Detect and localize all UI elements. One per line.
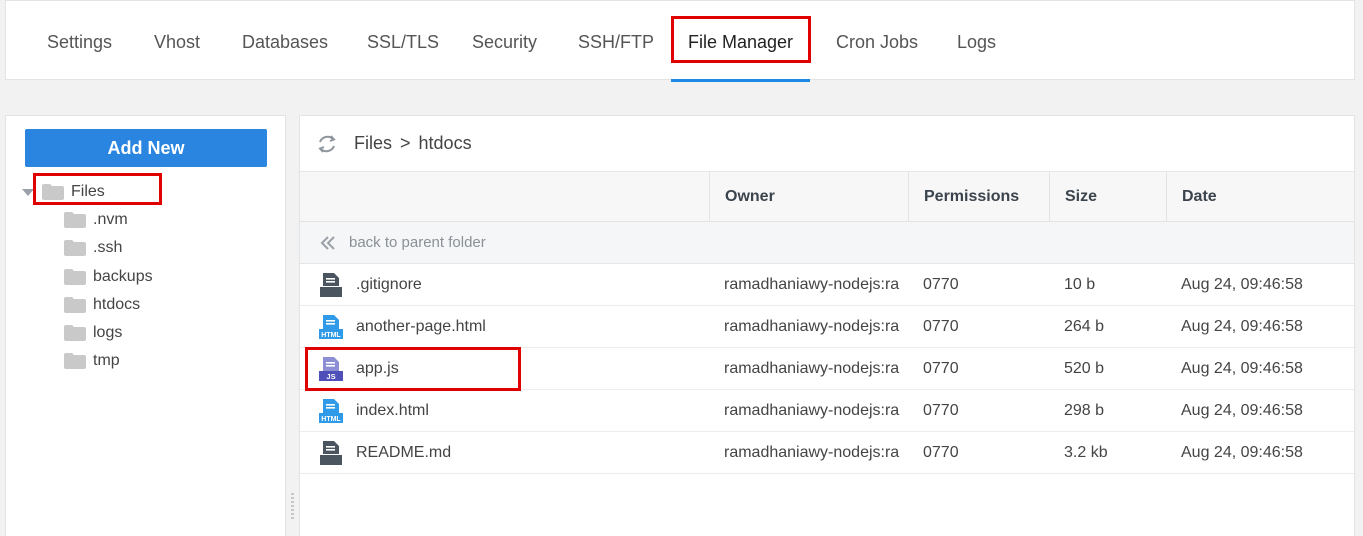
refresh-icon[interactable] xyxy=(316,133,338,155)
file-date: Aug 24, 09:46:58 xyxy=(1181,444,1303,461)
folder-sidebar: Add New Files .nvm .ssh backups htdocs l… xyxy=(5,115,286,536)
col-owner-header[interactable]: Owner xyxy=(709,172,908,222)
tree-item-htdocs[interactable]: htdocs xyxy=(64,293,140,317)
folder-icon xyxy=(42,184,64,200)
breadcrumb-trail: Files > htdocs xyxy=(354,133,472,154)
tab-security[interactable]: Security xyxy=(472,1,537,81)
tab-settings[interactable]: Settings xyxy=(47,1,112,81)
text-file-icon xyxy=(318,272,344,298)
table-row[interactable]: .gitignore ramadhaniawy-nodejs:ra 0770 1… xyxy=(300,264,1354,306)
file-name[interactable]: .gitignore xyxy=(356,264,422,306)
tree-item-logs[interactable]: logs xyxy=(64,321,122,345)
file-name[interactable]: app.js xyxy=(356,348,399,390)
double-chevron-left-icon xyxy=(319,234,337,252)
file-name[interactable]: index.html xyxy=(356,390,429,432)
back-to-parent-label: back to parent folder xyxy=(349,234,486,251)
file-date: Aug 24, 09:46:58 xyxy=(1181,276,1303,293)
table-row[interactable]: HTML index.html ramadhaniawy-nodejs:ra 0… xyxy=(300,390,1354,432)
table-header: Owner Permissions Size Date xyxy=(300,172,1354,222)
folder-icon xyxy=(64,269,86,285)
folder-icon xyxy=(64,240,86,256)
file-name[interactable]: README.md xyxy=(356,432,451,474)
breadcrumb: Files > htdocs xyxy=(300,116,1354,172)
file-owner: ramadhaniawy-nodejs:ra xyxy=(724,318,900,335)
file-owner: ramadhaniawy-nodejs:ra xyxy=(724,360,900,377)
file-size: 3.2 kb xyxy=(1064,444,1108,461)
tab-ssl-tls[interactable]: SSL/TLS xyxy=(367,1,439,81)
top-nav: Settings Vhost Databases SSL/TLS Securit… xyxy=(5,0,1355,82)
file-name[interactable]: another-page.html xyxy=(356,306,486,348)
file-size: 520 b xyxy=(1064,360,1105,377)
tree-item-nvm[interactable]: .nvm xyxy=(64,208,128,232)
file-date: Aug 24, 09:46:58 xyxy=(1181,360,1303,377)
file-list-panel: Files > htdocs Owner Permissions Size Date… xyxy=(299,115,1355,536)
file-permissions: 0770 xyxy=(923,444,959,461)
table-row[interactable]: README.md ramadhaniawy-nodejs:ra 0770 3.… xyxy=(300,432,1354,474)
tab-file-manager[interactable]: File Manager xyxy=(670,1,811,82)
tree-root-label: Files xyxy=(71,183,105,200)
tree-item-label: .nvm xyxy=(93,211,128,228)
file-permissions: 0770 xyxy=(923,318,959,335)
breadcrumb-root[interactable]: Files xyxy=(354,133,392,153)
svg-text:HTML: HTML xyxy=(321,416,341,423)
col-name-header[interactable] xyxy=(300,172,709,222)
table-row[interactable]: HTML another-page.html ramadhaniawy-node… xyxy=(300,306,1354,348)
file-permissions: 0770 xyxy=(923,402,959,419)
col-size-header[interactable]: Size xyxy=(1049,172,1166,222)
tree-root-files[interactable]: Files xyxy=(22,180,105,204)
file-date: Aug 24, 09:46:58 xyxy=(1181,402,1303,419)
tree-item-label: .ssh xyxy=(93,239,123,256)
file-date: Aug 24, 09:46:58 xyxy=(1181,318,1303,335)
tree-item-backups[interactable]: backups xyxy=(64,265,153,289)
col-date-header[interactable]: Date xyxy=(1166,172,1356,222)
tree-item-ssh[interactable]: .ssh xyxy=(64,236,122,260)
file-permissions: 0770 xyxy=(923,276,959,293)
text-file-icon xyxy=(318,440,344,466)
col-permissions-header[interactable]: Permissions xyxy=(908,172,1049,222)
panel-splitter[interactable] xyxy=(286,115,299,536)
folder-icon xyxy=(64,353,86,369)
file-size: 264 b xyxy=(1064,318,1105,335)
folder-icon xyxy=(64,325,86,341)
folder-icon xyxy=(64,297,86,313)
table-row[interactable]: JS app.js ramadhaniawy-nodejs:ra 0770 52… xyxy=(300,348,1354,390)
file-size: 298 b xyxy=(1064,402,1105,419)
file-size: 10 b xyxy=(1064,276,1096,293)
html-file-icon: HTML xyxy=(318,314,344,340)
tree-item-label: tmp xyxy=(93,352,120,369)
tab-databases[interactable]: Databases xyxy=(242,1,328,81)
file-owner: ramadhaniawy-nodejs:ra xyxy=(724,402,900,419)
tab-cron-jobs[interactable]: Cron Jobs xyxy=(836,1,918,81)
file-owner: ramadhaniawy-nodejs:ra xyxy=(724,276,900,293)
svg-text:HTML: HTML xyxy=(321,332,341,339)
tree-item-label: htdocs xyxy=(93,296,141,313)
tab-ssh-ftp[interactable]: SSH/FTP xyxy=(578,1,654,81)
tab-vhost[interactable]: Vhost xyxy=(154,1,200,81)
add-new-button[interactable]: Add New xyxy=(25,129,267,167)
tree-item-label: logs xyxy=(93,324,123,341)
splitter-grip-icon[interactable] xyxy=(291,493,294,519)
tab-logs[interactable]: Logs xyxy=(957,1,996,81)
svg-text:JS: JS xyxy=(326,372,335,381)
breadcrumb-current: htdocs xyxy=(418,133,472,153)
tree-item-label: backups xyxy=(93,268,153,285)
tree-item-tmp[interactable]: tmp xyxy=(64,349,120,373)
folder-icon xyxy=(64,212,86,228)
file-owner: ramadhaniawy-nodejs:ra xyxy=(724,444,900,461)
file-permissions: 0770 xyxy=(923,360,959,377)
caret-down-icon[interactable] xyxy=(22,188,34,196)
html-file-icon: HTML xyxy=(318,398,344,424)
breadcrumb-separator: > xyxy=(400,133,411,153)
back-to-parent-row[interactable]: back to parent folder xyxy=(300,222,1354,264)
js-file-icon: JS xyxy=(318,356,344,382)
